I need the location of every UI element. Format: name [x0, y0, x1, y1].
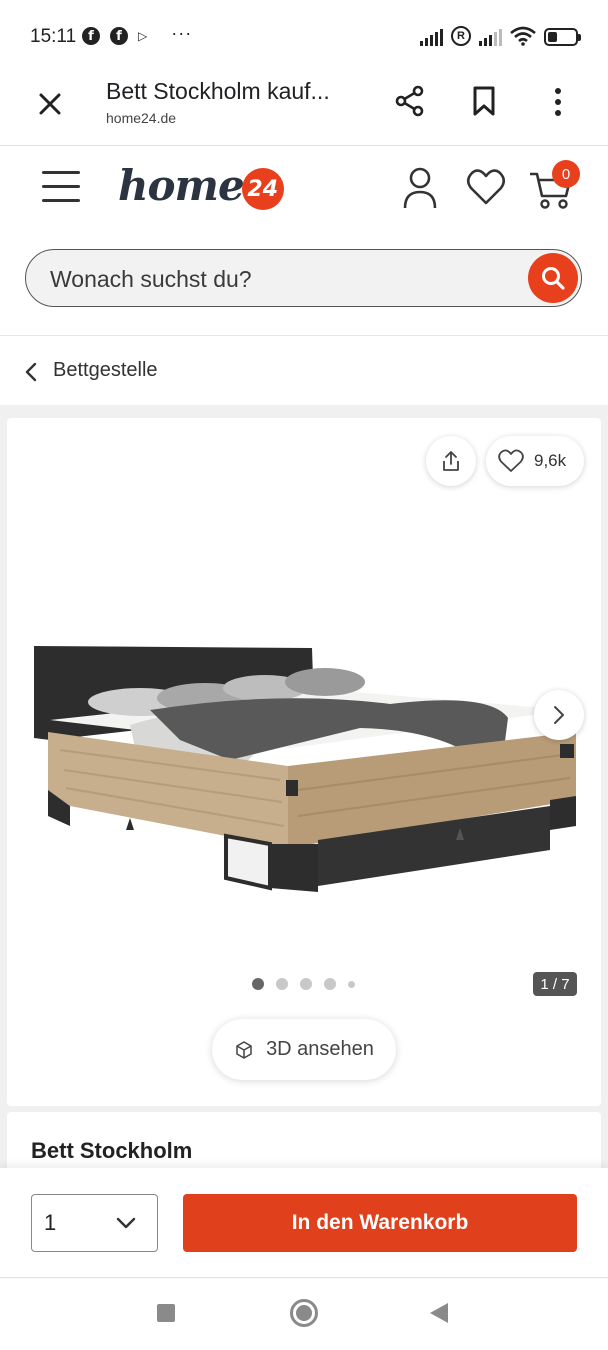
play-store-icon: ▷ [138, 29, 148, 43]
chevron-right-icon [554, 706, 564, 724]
registered-icon: R [451, 26, 471, 46]
facebook-icon: f [82, 27, 100, 45]
logo-wordmark: home [118, 160, 245, 210]
cube-3d-icon [236, 1040, 252, 1059]
wishlist-heart-icon[interactable] [466, 168, 506, 206]
battery-icon [544, 28, 581, 46]
logo-badge: 24 [241, 168, 284, 210]
close-icon[interactable] [34, 88, 66, 120]
pagination-dot[interactable] [324, 978, 336, 990]
wifi-icon [510, 26, 536, 46]
favorite-button[interactable]: 9,6k [486, 436, 584, 486]
product-title: Bett Stockholm [31, 1138, 193, 1163]
status-right-icons: R [420, 26, 581, 46]
share-icon[interactable] [393, 84, 427, 118]
quantity-value: 1 [44, 1210, 57, 1235]
browser-tab-bar: Bett Stockholm kauf... home24.de [0, 76, 608, 146]
tab-page-title: Bett Stockholm kauf... [106, 78, 330, 104]
breadcrumb-label: Bettgestelle [53, 359, 158, 381]
home-icon[interactable] [290, 1299, 318, 1327]
bookmark-icon[interactable] [470, 85, 498, 117]
status-bar: 15:11 f f ▷ ··· R [0, 0, 608, 76]
tab-url: home24.de [106, 110, 177, 126]
chevron-left-icon [25, 362, 37, 382]
battery-level [548, 32, 558, 42]
breadcrumb[interactable]: Bettgestelle [0, 337, 608, 405]
pagination-dot[interactable] [276, 978, 288, 990]
cart-count-badge: 0 [552, 160, 580, 188]
product-image-bed[interactable] [30, 630, 580, 900]
more-menu-icon[interactable] [548, 86, 568, 118]
add-to-cart-button[interactable]: In den Warenkorb [183, 1194, 577, 1252]
recent-apps-icon[interactable] [157, 1304, 175, 1322]
share-upload-icon [443, 451, 459, 471]
share-product-button[interactable] [426, 436, 476, 486]
back-icon[interactable] [430, 1303, 448, 1323]
chevron-down-icon [116, 1217, 136, 1229]
view-3d-label: 3D ansehen [266, 1038, 374, 1060]
status-time: 15:11 [30, 26, 77, 47]
signal-icon [420, 28, 443, 46]
facebook-icon: f [110, 27, 128, 45]
search-input[interactable] [50, 264, 490, 294]
home24-logo[interactable]: home 24 [118, 160, 284, 210]
view-3d-button[interactable]: 3D ansehen [212, 1019, 396, 1080]
notification-icons: f f ▷ ··· [82, 23, 192, 45]
quantity-select[interactable]: 1 [31, 1194, 158, 1252]
search-button[interactable] [528, 253, 578, 303]
pagination-dot[interactable] [300, 978, 312, 990]
account-icon[interactable] [402, 166, 438, 210]
image-counter: 1 / 7 [533, 972, 577, 996]
search-bar [25, 249, 582, 307]
sticky-buy-bar: 1 In den Warenkorb [0, 1168, 608, 1278]
site-header: home 24 0 [0, 146, 608, 336]
search-icon [542, 267, 565, 290]
hamburger-menu-icon[interactable] [42, 169, 82, 205]
next-image-button[interactable] [534, 690, 584, 740]
more-notifications-icon: ··· [171, 22, 193, 43]
pagination-dot[interactable] [252, 978, 264, 990]
heart-icon [498, 449, 524, 472]
favorite-count: 9,6k [534, 451, 567, 470]
android-nav-bar [0, 1279, 608, 1350]
pagination-dot[interactable] [348, 980, 355, 988]
gallery-pagination-dots [252, 978, 355, 990]
signal-icon [479, 28, 502, 46]
